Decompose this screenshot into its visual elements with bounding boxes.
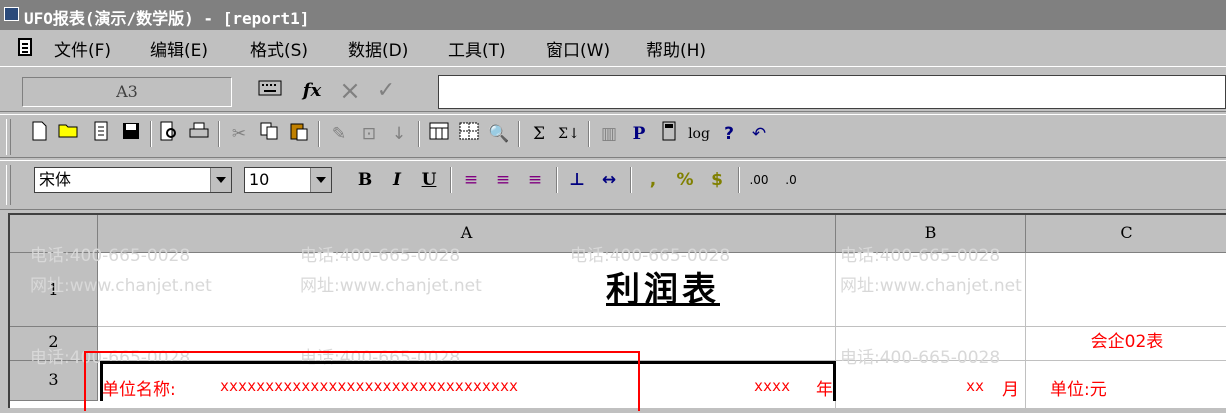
align-center-icon[interactable]: ≡	[490, 167, 516, 193]
column-header-b[interactable]: B	[836, 215, 1026, 253]
title-bar: UFO报表(演示/数学版) - [report1]	[0, 0, 1226, 30]
month-label: 月	[1002, 380, 1019, 400]
column-header-c[interactable]: C	[1026, 215, 1226, 253]
document-icon[interactable]	[18, 38, 32, 56]
cell-reference-box[interactable]: A3	[22, 77, 232, 107]
window-title: UFO报表(演示/数学版) - [report1]	[24, 9, 310, 28]
font-size-select[interactable]: 10	[244, 167, 332, 193]
form-code[interactable]: 会企02表	[1026, 327, 1226, 361]
menu-edit[interactable]: 编辑(E)	[150, 36, 208, 61]
sort-icon[interactable]: ↓	[386, 121, 412, 147]
currency-button[interactable]: $	[704, 167, 730, 193]
menu-data[interactable]: 数据(D)	[348, 36, 408, 61]
cut-icon[interactable]: ✂	[226, 121, 252, 147]
fill-down-icon[interactable]: ⊡	[356, 121, 382, 147]
comma-button[interactable]: ,	[640, 167, 666, 193]
format-painter-icon[interactable]: ✎	[326, 121, 352, 147]
column-header-a[interactable]: A	[98, 215, 836, 253]
insert-table-icon[interactable]	[426, 121, 452, 147]
formula-input[interactable]	[438, 75, 1226, 109]
keyboard-icon[interactable]	[256, 77, 284, 105]
paste-icon[interactable]	[286, 121, 312, 147]
italic-button[interactable]: I	[384, 167, 410, 193]
month-value: xx	[966, 377, 985, 395]
select-all-corner[interactable]	[10, 215, 98, 253]
bold-button[interactable]: B	[352, 167, 378, 193]
p-icon[interactable]: P	[626, 121, 652, 147]
decrease-decimal-button[interactable]: .0	[778, 167, 804, 193]
standard-toolbar: ✂ ✎ ⊡ ↓ 🔍 Σ Σ↓ ▥ P log ? ↶	[0, 114, 1226, 158]
percent-button[interactable]: %	[672, 167, 698, 193]
increase-decimal-button[interactable]: .00	[746, 167, 772, 193]
accept-icon[interactable]: ✓	[372, 77, 400, 105]
new-file-icon[interactable]	[26, 121, 52, 147]
spreadsheet-grid[interactable]: A B C 1 2 3 电话:400-665-0028 网址:www.chanj…	[8, 213, 1226, 413]
menu-tools[interactable]: 工具(T)	[448, 36, 506, 61]
font-name: 宋体	[39, 170, 72, 189]
toolbar-grip[interactable]	[6, 119, 11, 155]
align-left-icon[interactable]: ≡	[458, 167, 484, 193]
copy-icon[interactable]	[256, 121, 282, 147]
toolbar-grip[interactable]	[6, 165, 11, 205]
currency-unit: 单位:元	[1050, 380, 1107, 400]
help-pointer-icon[interactable]: ?	[716, 121, 742, 147]
menu-help[interactable]: 帮助(H)	[646, 36, 706, 61]
report-title[interactable]: 利润表	[98, 253, 1226, 327]
font-select[interactable]: 宋体	[34, 167, 232, 193]
menu-bar: 文件(F) 编辑(E) 格式(S) 数据(D) 工具(T) 窗口(W) 帮助(H…	[0, 30, 1226, 64]
template-icon[interactable]	[88, 121, 114, 147]
horizontal-fit-icon[interactable]: ↔	[596, 167, 622, 193]
year-label: 年	[816, 380, 833, 400]
sum-down-icon[interactable]: Σ↓	[556, 121, 582, 147]
log-icon[interactable]: log	[686, 121, 712, 147]
function-button[interactable]: fx	[298, 77, 326, 105]
undo-icon[interactable]: ↶	[746, 121, 772, 147]
format-toolbar: 宋体 10 B I U ≡ ≡ ≡ ⊥ ↔ , % $ .00 .0	[0, 160, 1226, 210]
vertical-align-icon[interactable]: ⊥	[564, 167, 590, 193]
menu-file[interactable]: 文件(F)	[54, 36, 111, 61]
watermark-phone: 电话:400-665-0028	[840, 348, 1001, 368]
underline-button[interactable]: U	[416, 167, 442, 193]
menu-window[interactable]: 窗口(W)	[546, 36, 610, 61]
find-icon[interactable]: 🔍	[486, 121, 512, 147]
sum-icon[interactable]: Σ	[526, 121, 552, 147]
print-icon[interactable]	[186, 121, 212, 147]
chevron-down-icon[interactable]	[310, 168, 331, 192]
row-header-1[interactable]: 1	[10, 253, 98, 327]
font-size-value: 10	[249, 170, 270, 189]
chart-icon[interactable]: ▥	[596, 121, 622, 147]
app-icon	[4, 7, 19, 21]
cancel-icon[interactable]: ×	[336, 77, 364, 105]
align-right-icon[interactable]: ≡	[522, 167, 548, 193]
calculator-icon[interactable]	[656, 121, 682, 147]
formula-bar: A3 fx × ✓	[0, 66, 1226, 112]
highlight-annotation-box	[84, 351, 640, 411]
menu-format[interactable]: 格式(S)	[250, 36, 308, 61]
print-preview-icon[interactable]	[156, 121, 182, 147]
chevron-down-icon[interactable]	[210, 168, 231, 192]
open-folder-icon[interactable]	[56, 121, 82, 147]
save-icon[interactable]	[118, 121, 144, 147]
grid-icon[interactable]	[456, 121, 482, 147]
year-value: xxxx	[754, 377, 791, 395]
